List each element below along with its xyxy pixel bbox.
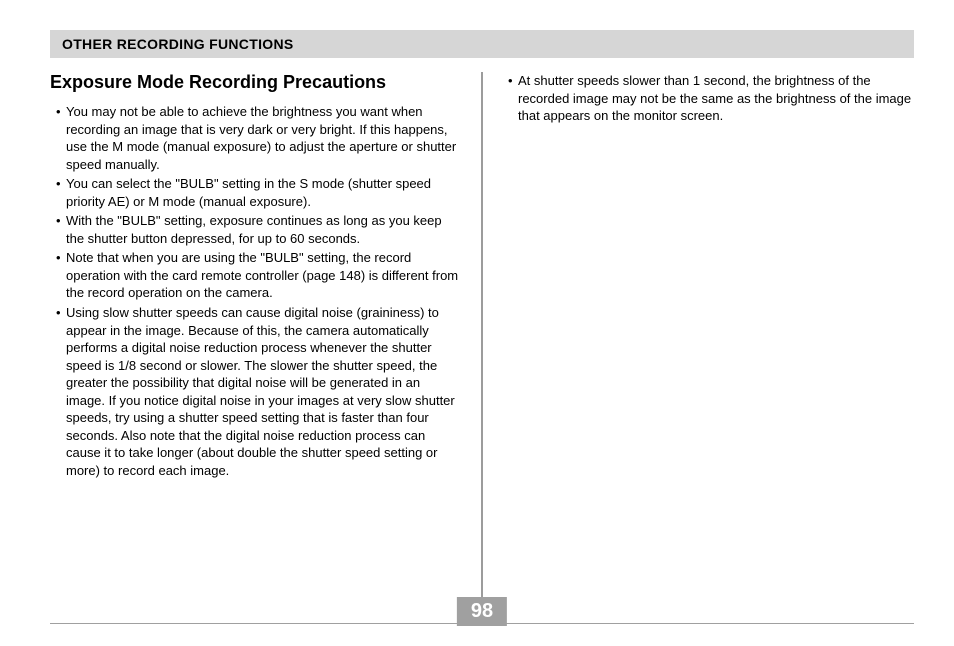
list-item: You may not be able to achieve the brigh… (56, 103, 462, 173)
page-number: 98 (471, 600, 493, 622)
section-header-text: OTHER RECORDING FUNCTIONS (62, 36, 294, 52)
column-divider (481, 72, 483, 602)
list-item: With the "BULB" setting, exposure contin… (56, 212, 462, 247)
list-item: At shutter speeds slower than 1 second, … (508, 72, 914, 125)
content-area: Exposure Mode Recording Precautions You … (50, 72, 914, 602)
left-bullet-list: You may not be able to achieve the brigh… (50, 103, 462, 479)
page-number-badge: 98 (457, 597, 507, 626)
left-column: Exposure Mode Recording Precautions You … (50, 72, 482, 602)
list-item: Note that when you are using the "BULB" … (56, 249, 462, 302)
right-column: At shutter speeds slower than 1 second, … (482, 72, 914, 602)
page-heading: Exposure Mode Recording Precautions (50, 72, 462, 93)
list-item: You can select the "BULB" setting in the… (56, 175, 462, 210)
right-bullet-list: At shutter speeds slower than 1 second, … (502, 72, 914, 125)
list-item: Using slow shutter speeds can cause digi… (56, 304, 462, 479)
section-header-bar: OTHER RECORDING FUNCTIONS (50, 30, 914, 58)
